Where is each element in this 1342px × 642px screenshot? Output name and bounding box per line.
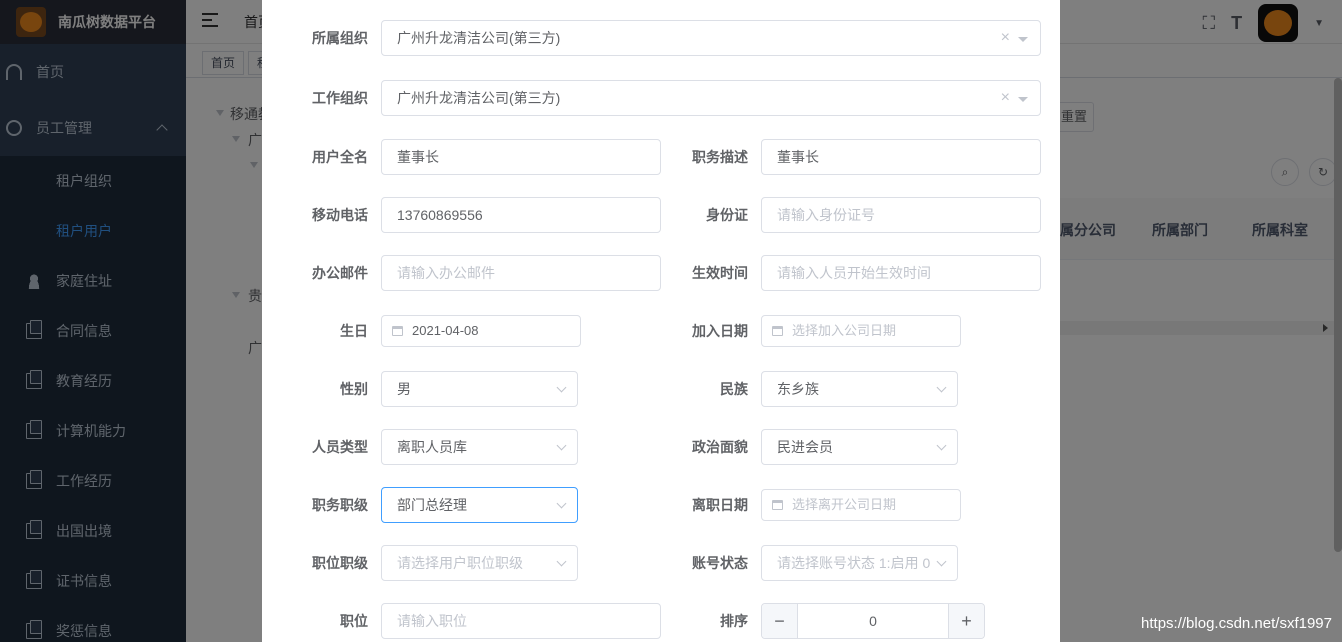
fullname-input[interactable]: 董事长: [381, 139, 661, 175]
birthday-date-picker[interactable]: 2021-04-08: [381, 315, 581, 347]
form-row-gender: 性别 男 民族 东乡族: [262, 371, 1060, 407]
form-row-ptype: 人员类型 离职人员库 政治面貌 民进会员: [262, 429, 1060, 465]
duty-select[interactable]: 部门总经理: [381, 487, 578, 523]
leave-placeholder: 选择离开公司日期: [792, 497, 897, 512]
position-input[interactable]: 请输入职位: [381, 603, 661, 639]
ptype-select[interactable]: 离职人员库: [381, 429, 578, 465]
post-level-label: 职位职级: [312, 555, 368, 571]
caret-down-icon: [1018, 97, 1028, 102]
ptype-value: 离职人员库: [397, 439, 467, 455]
form-row-post-level: 职位职级 请选择用户职位职级 账号状态 请选择账号状态 1:启用 0: [262, 545, 1060, 581]
clear-icon[interactable]: ×: [1001, 21, 1010, 55]
join-label: 加入日期: [692, 323, 748, 339]
work-org-value: 广州升龙清洁公司(第三方): [397, 90, 561, 106]
form-row-position: 职位 请输入职位 排序 − 0 +: [262, 603, 1060, 639]
calendar-icon: [772, 500, 783, 510]
chevron-down-icon: [936, 382, 947, 393]
form-row-name: 用户全名 董事长 职务描述 董事长: [262, 139, 1060, 175]
calendar-icon: [392, 326, 403, 336]
form-row-email: 办公邮件 请输入办公邮件 生效时间 请输入人员开始生效时间: [262, 255, 1060, 291]
position-label: 职位: [340, 613, 368, 629]
position-placeholder: 请输入职位: [397, 613, 467, 629]
sort-value[interactable]: 0: [798, 604, 948, 638]
email-label: 办公邮件: [312, 265, 368, 281]
form-row-birthday: 生日 2021-04-08 加入日期 选择加入公司日期: [262, 313, 1060, 349]
form-row-mobile: 移动电话 13760869556 身份证 请输入身份证号: [262, 197, 1060, 233]
account-status-select[interactable]: 请选择账号状态 1:启用 0: [761, 545, 958, 581]
political-select[interactable]: 民进会员: [761, 429, 958, 465]
post-level-placeholder: 请选择用户职位职级: [397, 555, 523, 571]
political-label: 政治面貌: [692, 439, 748, 455]
clear-icon[interactable]: ×: [1001, 81, 1010, 115]
nation-select[interactable]: 东乡族: [761, 371, 958, 407]
form-row-duty: 职务职级 部门总经理 离职日期 选择离开公司日期: [262, 487, 1060, 523]
job-desc-label: 职务描述: [692, 149, 748, 165]
decrement-button[interactable]: −: [762, 604, 798, 638]
idcard-placeholder: 请输入身份证号: [777, 207, 875, 223]
leave-date-picker[interactable]: 选择离开公司日期: [761, 489, 961, 521]
post-level-select[interactable]: 请选择用户职位职级: [381, 545, 578, 581]
form-row-work-org: 工作组织 广州升龙清洁公司(第三方) ×: [262, 80, 1060, 116]
job-desc-input[interactable]: 董事长: [761, 139, 1041, 175]
gender-label: 性别: [340, 381, 368, 397]
chevron-down-icon: [556, 498, 567, 509]
form-row-org: 所属组织 广州升龙清洁公司(第三方) ×: [262, 20, 1060, 56]
nation-value: 东乡族: [777, 381, 819, 397]
user-edit-dialog: 所属组织 广州升龙清洁公司(第三方) × 工作组织 广州升龙清洁公司(第三方) …: [262, 0, 1060, 642]
effective-label: 生效时间: [692, 265, 748, 281]
nation-label: 民族: [720, 381, 748, 397]
join-placeholder: 选择加入公司日期: [792, 323, 897, 338]
account-label: 账号状态: [692, 555, 748, 571]
effective-placeholder: 请输入人员开始生效时间: [777, 265, 931, 281]
chevron-down-icon: [556, 440, 567, 451]
email-input[interactable]: 请输入办公邮件: [381, 255, 661, 291]
org-value: 广州升龙清洁公司(第三方): [397, 30, 561, 46]
idcard-input[interactable]: 请输入身份证号: [761, 197, 1041, 233]
org-select[interactable]: 广州升龙清洁公司(第三方) ×: [381, 20, 1041, 56]
chevron-down-icon: [556, 556, 567, 567]
gender-select[interactable]: 男: [381, 371, 578, 407]
fullname-label: 用户全名: [312, 149, 368, 165]
caret-down-icon: [1018, 37, 1028, 42]
sort-stepper[interactable]: − 0 +: [761, 603, 985, 639]
increment-button[interactable]: +: [948, 604, 984, 638]
chevron-down-icon: [936, 556, 947, 567]
leave-label: 离职日期: [692, 497, 748, 513]
duty-label: 职务职级: [312, 497, 368, 513]
political-value: 民进会员: [777, 439, 833, 455]
calendar-icon: [772, 326, 783, 336]
work-org-label: 工作组织: [312, 90, 368, 106]
org-label: 所属组织: [312, 30, 368, 46]
idcard-label: 身份证: [706, 207, 748, 223]
gender-value: 男: [397, 381, 411, 397]
chevron-down-icon: [556, 382, 567, 393]
mobile-input[interactable]: 13760869556: [381, 197, 661, 233]
sort-label: 排序: [720, 613, 748, 629]
ptype-label: 人员类型: [312, 439, 368, 455]
watermark: https://blog.csdn.net/sxf1997: [1141, 615, 1332, 632]
duty-value: 部门总经理: [397, 497, 467, 513]
account-placeholder: 请选择账号状态 1:启用 0: [777, 555, 931, 571]
mobile-label: 移动电话: [312, 207, 368, 223]
chevron-down-icon: [936, 440, 947, 451]
birthday-label: 生日: [340, 323, 368, 339]
email-placeholder: 请输入办公邮件: [397, 265, 495, 281]
join-date-picker[interactable]: 选择加入公司日期: [761, 315, 961, 347]
work-org-select[interactable]: 广州升龙清洁公司(第三方) ×: [381, 80, 1041, 116]
birthday-value: 2021-04-08: [412, 323, 479, 338]
effective-input[interactable]: 请输入人员开始生效时间: [761, 255, 1041, 291]
